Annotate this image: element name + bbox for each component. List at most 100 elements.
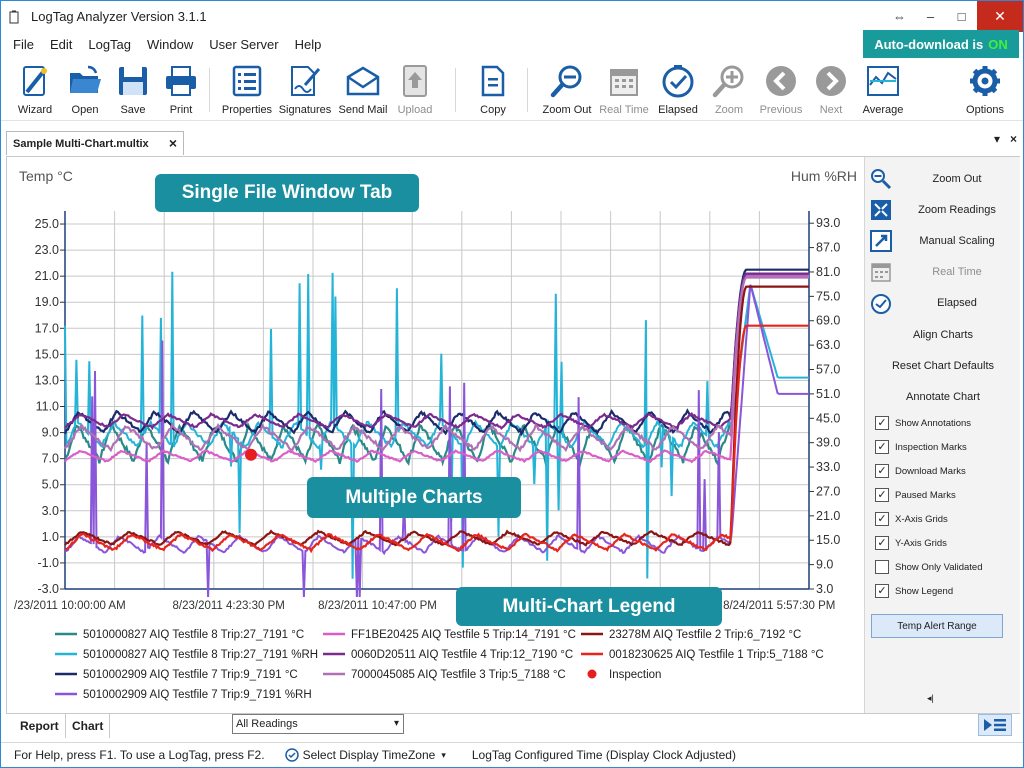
tab-dropdown-icon[interactable]: ▾ [994,132,1000,146]
properties-label: Properties [221,104,273,116]
download-marks-label: Download Marks [895,465,966,477]
timezone-selector[interactable]: Select Display TimeZone ▾ [284,748,446,762]
restore-icon[interactable]: ⇔ [884,1,915,32]
minimize-button[interactable]: – [915,1,946,32]
panel-real-time-button[interactable]: Real Time [869,258,1017,286]
panel-zoom-out-button[interactable]: Zoom Out [869,165,1017,193]
checkbox-box[interactable]: ✓ [875,512,889,526]
gear-icon [966,62,1004,100]
copy-button[interactable]: Copy [471,62,515,118]
auto-download-label: Auto-download is [874,36,984,52]
status-configured-time: LogTag Configured Time (Display Clock Ad… [471,748,736,762]
menu-user-server[interactable]: User Server [201,32,286,58]
next-button[interactable]: Next [809,62,853,118]
x-tick-label: 8/23/2011 4:23:30 PM [173,600,285,612]
reset-chart-defaults-button[interactable]: Reset Chart Defaults [869,354,1017,378]
zoom-out-button[interactable]: Zoom Out [539,62,595,118]
inspection-marks-checkbox[interactable]: ✓ Inspection Marks [875,437,967,457]
mail-icon [344,62,382,100]
x-axis-grids-checkbox[interactable]: ✓ X-Axis Grids [875,509,948,529]
x-tick-label: 8/23/2011 10:47:00 PM [318,600,437,612]
y-right-tick-label: 69.0 [816,314,840,328]
chevron-down-icon: ▾ [393,718,399,729]
menu-edit[interactable]: Edit [42,32,80,58]
download-marks-checkbox[interactable]: ✓ Download Marks [875,461,966,481]
properties-button[interactable]: Properties [219,62,275,118]
temp-alert-range-button[interactable]: Temp Alert Range [871,614,1003,638]
checkbox-box[interactable]: ✓ [875,464,889,478]
panel-real-time-label: Real Time [932,266,982,278]
options-button[interactable]: Options [961,62,1009,118]
checkbox-box[interactable]: ✓ [875,488,889,502]
show-annotations-label: Show Annotations [895,417,972,429]
manual-scaling-button[interactable]: Manual Scaling [869,227,1017,255]
y-right-tick-label: 39.0 [816,436,840,450]
show-only-validated-checkbox[interactable]: Show Only Validated [875,557,983,577]
document-tab[interactable]: Sample Multi-Chart.multix × [6,131,184,155]
zoom-button[interactable]: Zoom [707,62,751,118]
maximize-button[interactable]: □ [946,1,977,32]
real-time-label: Real Time [599,104,649,116]
close-tab-icon[interactable]: × [169,135,177,151]
y-left-tick-label: 25.0 [35,217,59,231]
upload-button[interactable]: Upload [393,62,437,118]
send-mail-button[interactable]: Send Mail [335,62,391,118]
checkbox-box[interactable]: ✓ [875,440,889,454]
panel-toggle-button[interactable] [978,714,1012,736]
y-left-tick-label: 21.0 [35,269,59,283]
legend-inspection-marker [587,669,597,679]
y-right-tick-label: 27.0 [816,484,840,498]
manual-scaling-icon [869,229,893,253]
y-right-tick-label: 3.0 [816,582,833,596]
paused-marks-checkbox[interactable]: ✓ Paused Marks [875,485,956,505]
tab-chart[interactable]: Chart [66,714,111,738]
save-button[interactable]: Save [111,62,155,118]
align-charts-button[interactable]: Align Charts [869,323,1017,347]
annotate-chart-button[interactable]: Annotate Chart [869,385,1017,409]
y-left-tick-label: 11.0 [36,400,59,414]
checkbox-box[interactable]: ✓ [875,584,889,598]
clock-check-icon [869,291,893,315]
panel-elapsed-label: Elapsed [937,297,977,309]
signatures-label: Signatures [278,104,332,116]
close-document-icon[interactable]: × [1010,132,1017,146]
average-button[interactable]: Average [857,62,909,118]
checkbox-box[interactable]: ✓ [875,536,889,550]
open-button[interactable]: Open [63,62,107,118]
menu-help[interactable]: Help [287,32,330,58]
save-icon [114,62,152,100]
show-only-validated-label: Show Only Validated [895,561,983,573]
tab-report[interactable]: Report [14,714,66,738]
previous-button[interactable]: Previous [757,62,805,118]
average-label: Average [862,104,904,116]
close-button[interactable]: ✕ [977,1,1023,32]
readings-select[interactable]: All Readings ▾ [232,714,404,734]
menu-window[interactable]: Window [139,32,201,58]
callout-multi-chart-legend: Multi-Chart Legend [456,587,722,626]
window-title: LogTag Analyzer Version 3.1.1 [31,9,207,24]
wizard-button[interactable]: Wizard [13,62,57,118]
print-button[interactable]: Print [159,62,203,118]
left-axis-label: Temp °C [19,168,73,184]
show-legend-checkbox[interactable]: ✓ Show Legend [875,581,953,601]
multi-chart[interactable]: Temp °C Hum %RH 25.0 23.0 21.0 19.0 17.0 15.0 13… [7,157,863,713]
auto-download-indicator[interactable]: Auto-download is ON [863,30,1019,58]
menu-file[interactable]: File [5,32,42,58]
panel-elapsed-button[interactable]: Elapsed [869,289,1017,317]
y-axis-grids-label: Y-Axis Grids [895,537,947,549]
chart-side-panel: Zoom Out Zoom Readings Manual Scaling Re… [864,157,1020,713]
y-right-tick-label: 45.0 [816,411,840,425]
y-axis-grids-checkbox[interactable]: ✓ Y-Axis Grids [875,533,947,553]
menu-logtag[interactable]: LogTag [80,32,139,58]
chart-document: Temp °C Hum %RH 25.0 23.0 21.0 19.0 17.0 15.0 13… [6,156,1020,714]
manual-scaling-label: Manual Scaling [919,235,995,247]
collapse-panel-icon[interactable]: ◂| [927,693,934,704]
zoom-readings-button[interactable]: Zoom Readings [869,196,1017,224]
checkbox-box[interactable]: ✓ [875,416,889,430]
checkbox-box[interactable] [875,560,889,574]
signatures-button[interactable]: Signatures [277,62,333,118]
show-annotations-checkbox[interactable]: ✓ Show Annotations [875,413,971,433]
y-left-tick-label: 5.0 [42,478,59,492]
real-time-button[interactable]: Real Time [597,62,651,118]
elapsed-button[interactable]: Elapsed [655,62,701,118]
